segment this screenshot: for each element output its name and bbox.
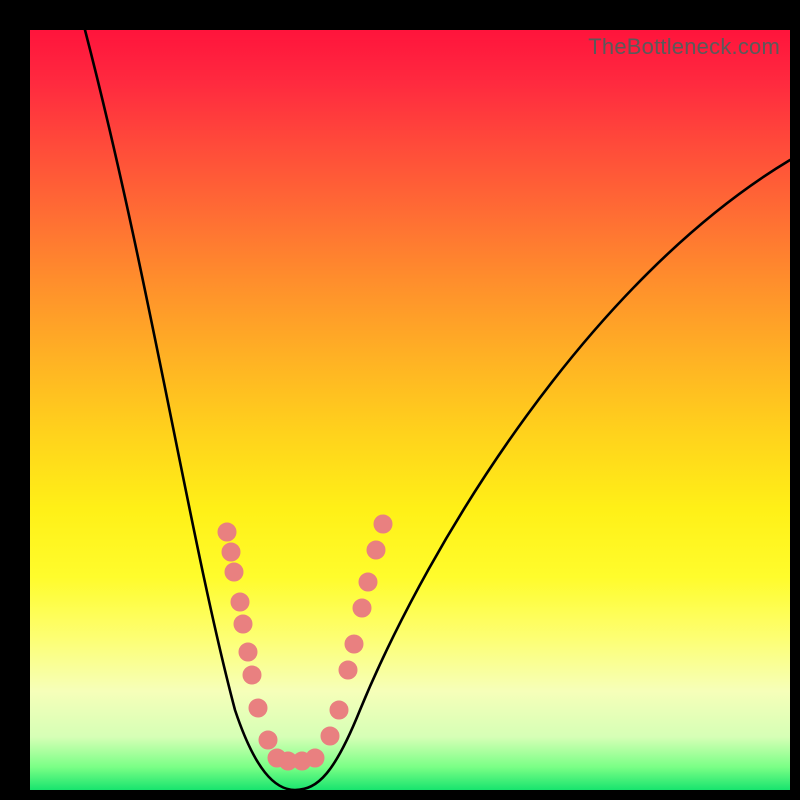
scatter-dot — [239, 643, 257, 661]
scatter-dot — [249, 699, 267, 717]
scatter-dot — [234, 615, 252, 633]
bottleneck-curve — [85, 30, 790, 790]
scatter-dot — [243, 666, 261, 684]
scatter-dot — [367, 541, 385, 559]
scatter-dot — [259, 731, 277, 749]
scatter-dot — [321, 727, 339, 745]
scatter-dot — [359, 573, 377, 591]
chart-frame: TheBottleneck.com — [0, 0, 800, 800]
scatter-dot — [231, 593, 249, 611]
scatter-dot — [225, 563, 243, 581]
curve-layer — [30, 30, 790, 790]
scatter-dot — [222, 543, 240, 561]
scatter-dot — [218, 523, 236, 541]
scatter-dot — [339, 661, 357, 679]
scatter-dot — [306, 749, 324, 767]
scatter-dot — [374, 515, 392, 533]
scatter-dot — [353, 599, 371, 617]
scatter-dot — [330, 701, 348, 719]
plot-area: TheBottleneck.com — [30, 30, 790, 790]
scatter-dot — [345, 635, 363, 653]
